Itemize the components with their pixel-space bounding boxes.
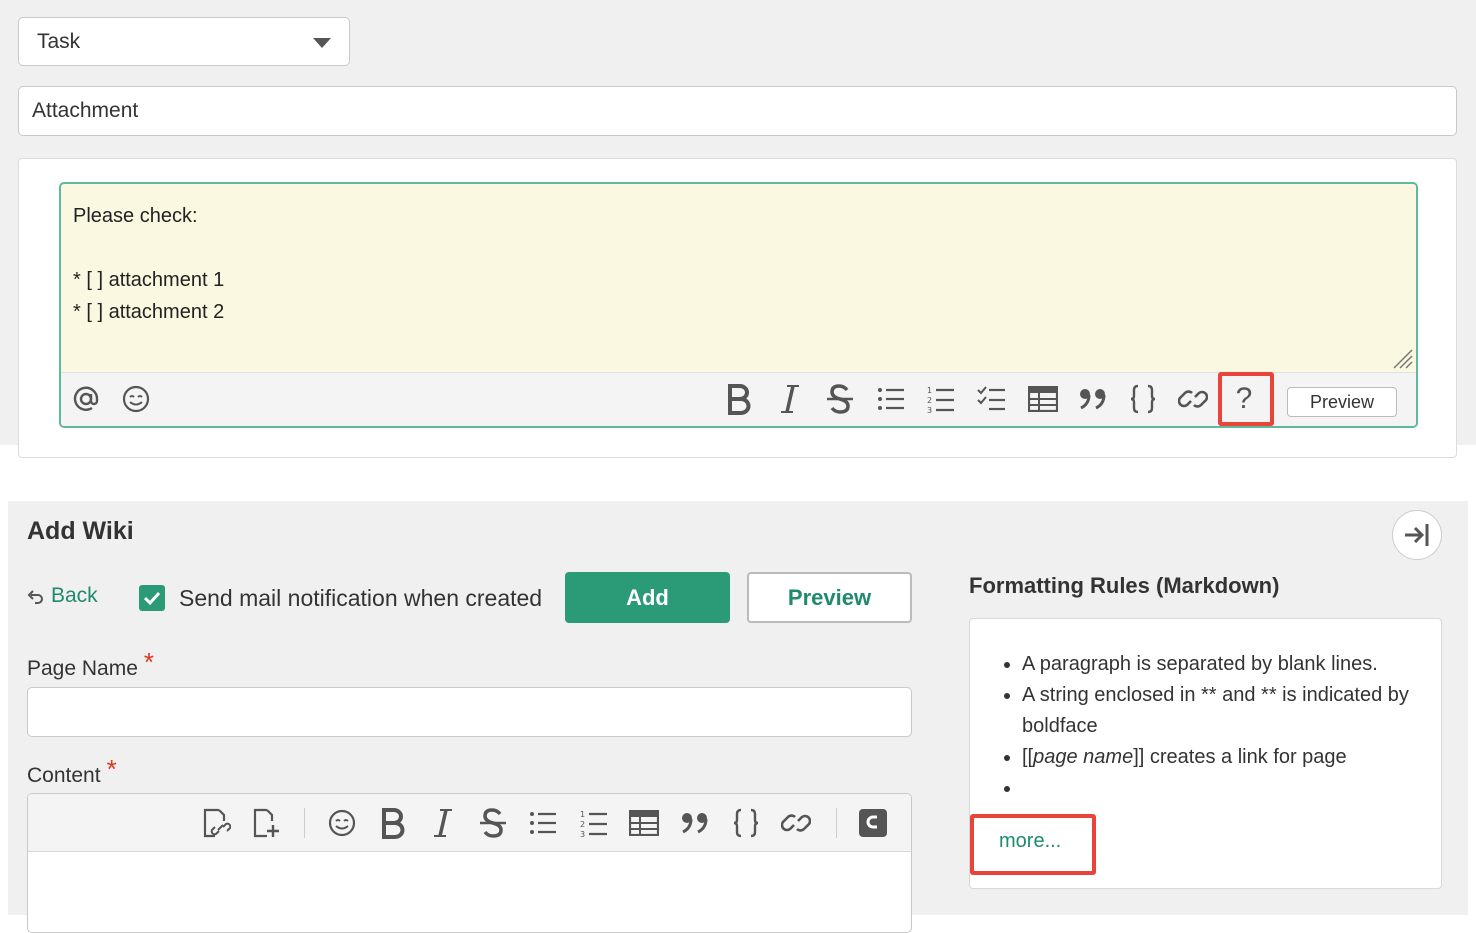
svg-text:3: 3 [927, 406, 932, 414]
add-wiki-panel: Add Wiki Back Send mail notification whe… [8, 501, 1468, 933]
rule-text-italic: page name [1033, 746, 1134, 768]
bold-icon[interactable] [720, 381, 758, 417]
content-label: Content * [27, 754, 117, 789]
page-name-label-text: Page Name [27, 657, 138, 680]
resize-handle-icon[interactable] [1390, 346, 1414, 370]
help-icon-highlight [1218, 372, 1274, 426]
formatting-rules-title: Formatting Rules (Markdown) [969, 573, 1280, 598]
description-line: Please check: [73, 205, 198, 227]
rule-item [1022, 773, 1422, 804]
rule-item: A paragraph is separated by blank lines. [1022, 649, 1422, 680]
at-mention-icon[interactable] [67, 381, 105, 417]
rule-text: ]] creates a link for page [1133, 746, 1347, 768]
more-link[interactable]: more... [999, 830, 1061, 853]
numbered-list-icon[interactable]: 123 [576, 805, 612, 841]
rule-item: [[page name]] creates a link for page [1022, 742, 1422, 773]
bold-icon[interactable] [375, 805, 411, 841]
back-link[interactable]: Back [27, 584, 98, 608]
chevron-down-icon [313, 38, 331, 48]
required-marker: * [143, 647, 155, 677]
strikethrough-icon[interactable] [821, 381, 859, 417]
strikethrough-icon[interactable] [475, 805, 511, 841]
description-line [73, 232, 224, 264]
tracker-select-value: Task [37, 30, 81, 53]
back-arrow-icon [27, 590, 43, 604]
rule-item: A string enclosed in ** and ** is indica… [1022, 680, 1422, 742]
code-icon[interactable] [728, 805, 764, 841]
description-line: * [ ] attachment 1 [73, 269, 225, 291]
table-icon[interactable] [1024, 381, 1062, 417]
collapse-arrow-icon [1405, 524, 1429, 546]
tracker-select[interactable]: Task [18, 17, 350, 66]
content-editor[interactable]: 123 [27, 793, 912, 933]
svg-text:1: 1 [580, 810, 585, 819]
page-title: Add Wiki [27, 517, 134, 545]
page-name-input[interactable] [27, 687, 912, 737]
toolbar-divider [836, 808, 837, 838]
italic-icon[interactable] [425, 805, 461, 841]
new-page-icon[interactable] [248, 805, 284, 841]
bulleted-list-icon[interactable] [525, 805, 561, 841]
checkmark-icon [143, 591, 161, 606]
subject-input-value: Attachment [32, 99, 139, 122]
description-toolbar: 123 ? [61, 372, 1416, 426]
svg-text:1: 1 [927, 386, 932, 395]
page-name-label: Page Name * [27, 647, 154, 682]
formatting-rules-list: A paragraph is separated by blank lines.… [1022, 649, 1422, 804]
task-form-panel: Task Attachment Please check: * [ ] atta… [0, 0, 1476, 458]
quote-icon[interactable] [1074, 381, 1112, 417]
link-icon[interactable] [778, 805, 814, 841]
svg-text:2: 2 [927, 396, 932, 405]
code-icon[interactable] [1124, 381, 1162, 417]
description-preview-button[interactable]: Preview [1287, 387, 1397, 417]
notify-checkbox[interactable] [139, 585, 165, 611]
description-editor[interactable]: Please check: * [ ] attachment 1 * [ ] at… [59, 182, 1418, 428]
collapse-panel-button[interactable] [1392, 510, 1442, 560]
task-list-icon[interactable] [973, 381, 1011, 417]
rule-text: [[ [1022, 746, 1034, 768]
description-line: * [ ] attachment 2 [73, 301, 225, 323]
description-text[interactable]: Please check: * [ ] attachment 1 * [ ] at… [73, 200, 224, 328]
svg-text:3: 3 [580, 830, 585, 838]
subject-input[interactable]: Attachment [18, 86, 1457, 136]
content-label-text: Content [27, 764, 101, 787]
emoji-icon[interactable] [324, 805, 360, 841]
required-marker: * [106, 754, 117, 784]
svg-text:2: 2 [580, 820, 585, 829]
switch-editor-icon[interactable] [855, 805, 891, 841]
quote-icon[interactable] [677, 805, 713, 841]
content-toolbar: 123 [28, 794, 911, 852]
bulleted-list-icon[interactable] [872, 381, 910, 417]
italic-icon[interactable] [771, 381, 809, 417]
numbered-list-icon[interactable]: 123 [922, 381, 960, 417]
notify-checkbox-label[interactable]: Send mail notification when created [179, 585, 542, 612]
attach-link-icon[interactable] [198, 805, 234, 841]
add-button[interactable]: Add [565, 572, 730, 623]
toolbar-divider [304, 808, 305, 838]
table-icon[interactable] [626, 805, 662, 841]
preview-button[interactable]: Preview [747, 572, 912, 623]
emoji-icon[interactable] [117, 381, 155, 417]
back-label: Back [51, 584, 98, 607]
link-icon[interactable] [1174, 381, 1212, 417]
